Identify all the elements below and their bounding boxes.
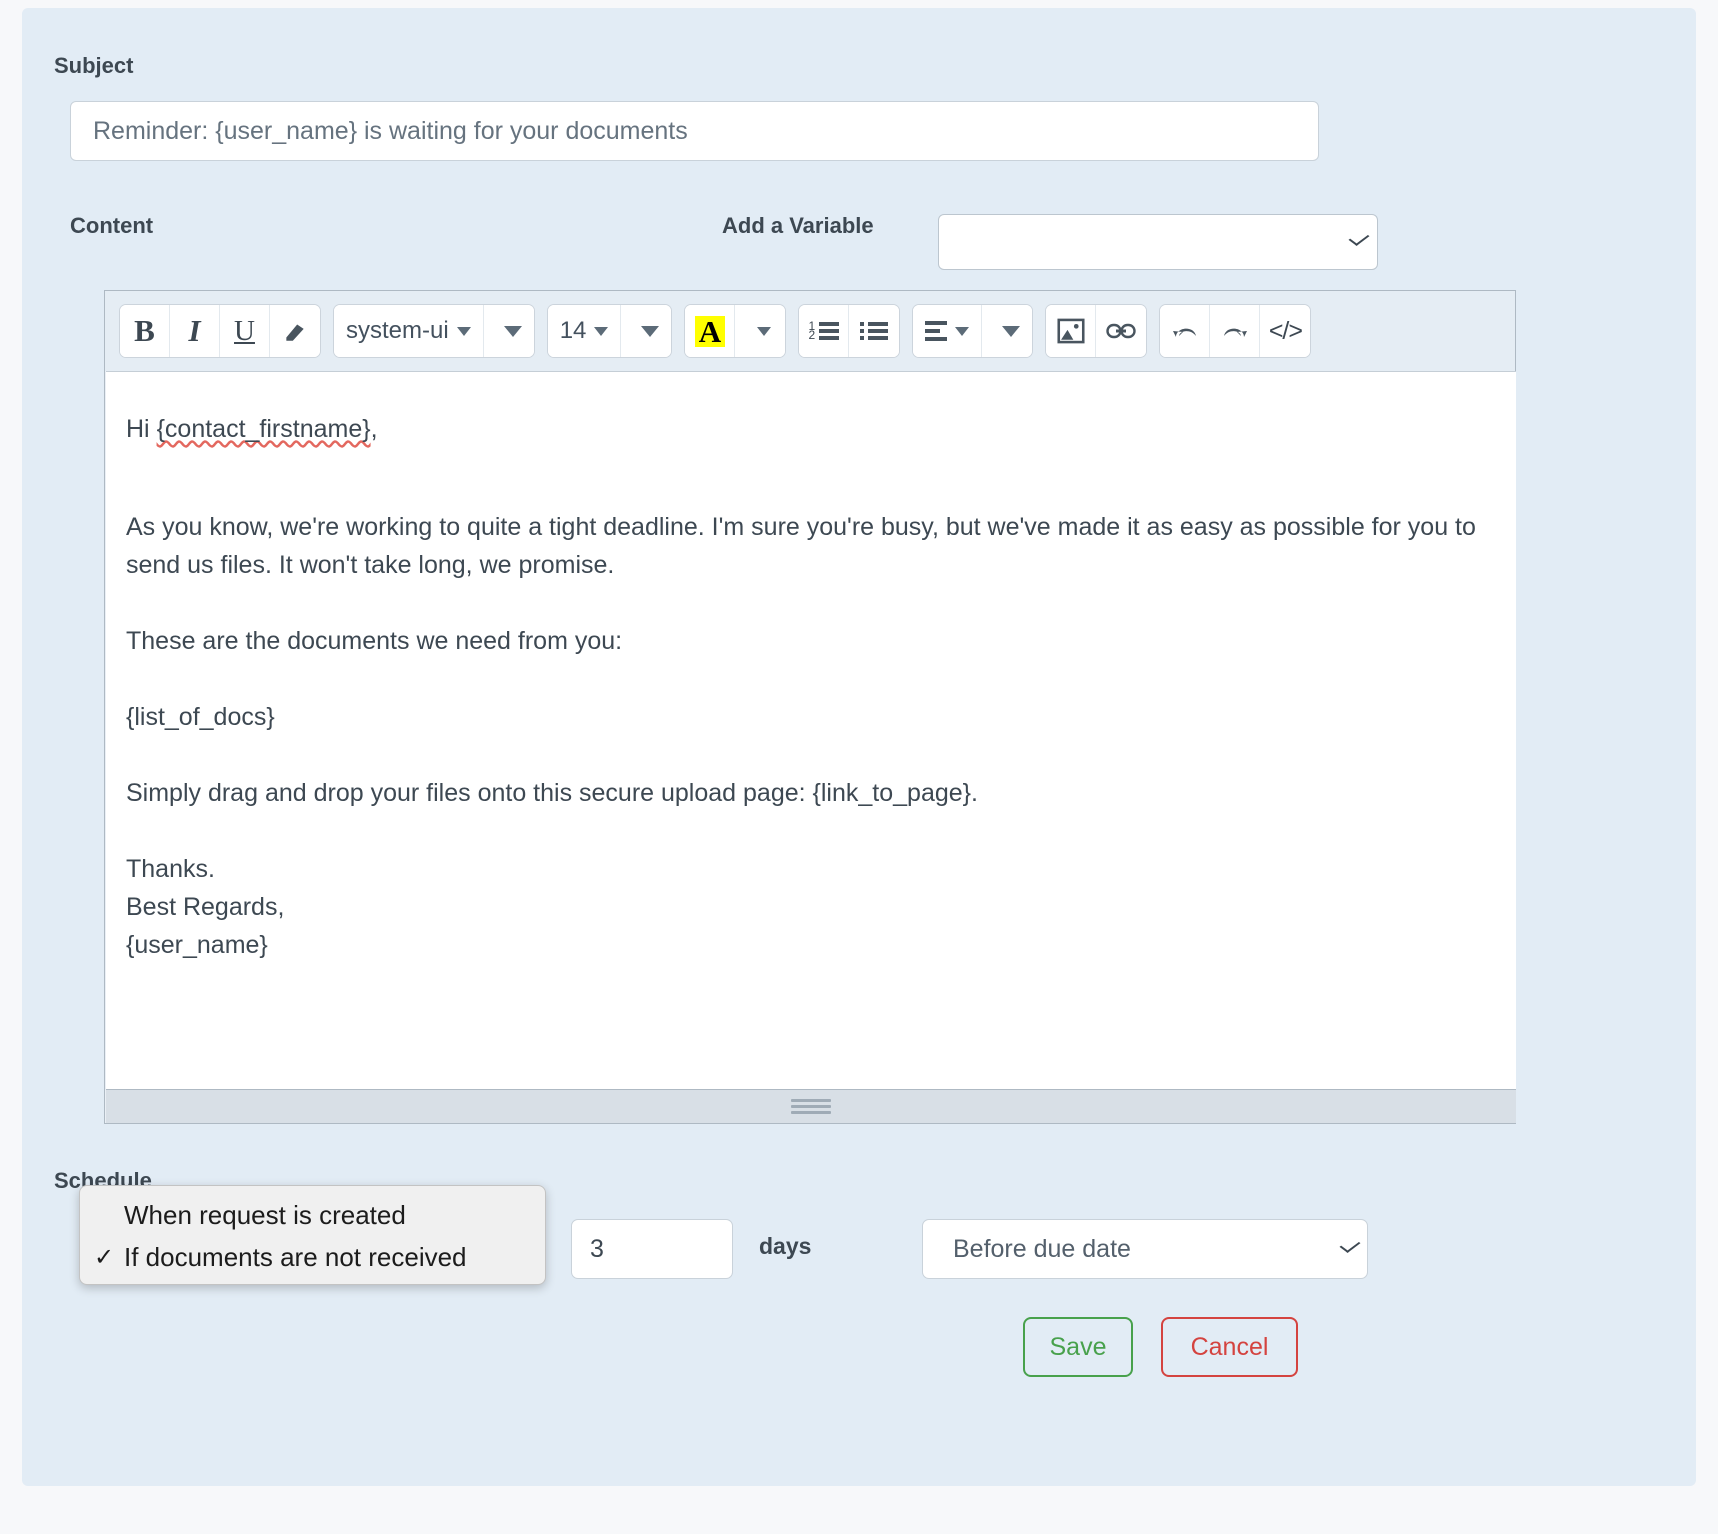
bulleted-list-icon <box>860 322 888 340</box>
undo-icon <box>1170 319 1200 343</box>
align-button[interactable] <box>913 305 982 357</box>
chevron-down-icon <box>504 326 522 337</box>
chevron-down-icon <box>594 327 608 336</box>
schedule-option-not-received[interactable]: ✓ If documents are not received <box>80 1236 545 1278</box>
redo-button[interactable] <box>1210 305 1260 357</box>
due-date-select[interactable]: Before due date <box>922 1219 1368 1279</box>
font-size-group: 14 <box>547 304 673 358</box>
insert-image-button[interactable] <box>1046 305 1096 357</box>
greeting-suffix: , <box>371 415 378 443</box>
editor-toolbar: B I U system-ui <box>105 291 1515 371</box>
chevron-down-icon <box>641 326 659 337</box>
font-family-value: system-ui <box>346 317 449 345</box>
editor-resize-handle[interactable] <box>106 1089 1516 1123</box>
bold-icon: B <box>134 313 155 349</box>
contact-firstname-variable: {contact_firstname} <box>157 415 371 443</box>
add-variable-label: Add a Variable <box>722 213 874 239</box>
add-variable-select[interactable] <box>938 214 1378 270</box>
editor-paragraph: {user_name} <box>126 926 1496 964</box>
editor-paragraph: {list_of_docs} <box>126 698 1496 736</box>
schedule-option-label: When request is created <box>124 1200 406 1231</box>
code-icon: </> <box>1269 317 1302 346</box>
chevron-down-icon <box>757 327 771 336</box>
check-icon: ✓ <box>94 1243 124 1272</box>
editor-content-area[interactable]: Hi {contact_firstname}, As you know, we'… <box>106 371 1516 1089</box>
subject-input[interactable] <box>70 101 1319 161</box>
editor-paragraph: These are the documents we need from you… <box>126 622 1496 660</box>
history-group: </> <box>1159 304 1311 358</box>
email-template-panel: Subject Content Add a Variable B I U <box>22 8 1696 1486</box>
font-family-dropdown-button[interactable] <box>484 305 534 357</box>
highlight-dropdown-button[interactable] <box>735 305 785 357</box>
highlight-color-button[interactable]: A <box>685 305 735 357</box>
editor-paragraph: Best Regards, <box>126 888 1496 926</box>
highlight-icon: A <box>695 316 725 347</box>
days-input[interactable] <box>571 1219 733 1279</box>
font-family-button[interactable]: system-ui <box>334 305 484 357</box>
list-group: 12 <box>798 304 900 358</box>
editor-paragraph: Simply drag and drop your files onto thi… <box>126 774 1496 812</box>
greeting-prefix: Hi <box>126 415 157 443</box>
editor-paragraph: As you know, we're working to quite a ti… <box>126 508 1496 584</box>
link-icon <box>1106 320 1136 342</box>
image-icon <box>1057 318 1085 344</box>
redo-icon <box>1220 319 1250 343</box>
chevron-down-icon <box>1002 326 1020 337</box>
insert-link-button[interactable] <box>1096 305 1146 357</box>
insert-group <box>1045 304 1147 358</box>
highlight-group: A <box>684 304 786 358</box>
grip-icon <box>791 1096 831 1117</box>
bold-button[interactable]: B <box>120 305 170 357</box>
clear-formatting-button[interactable] <box>270 305 320 357</box>
schedule-option-when-created[interactable]: When request is created <box>80 1194 545 1236</box>
font-family-group: system-ui <box>333 304 535 358</box>
rich-text-editor: B I U system-ui <box>104 290 1516 1124</box>
unordered-list-button[interactable] <box>849 305 899 357</box>
align-group <box>912 304 1033 358</box>
subject-label: Subject <box>54 53 133 79</box>
schedule-dropdown-menu[interactable]: When request is created ✓ If documents a… <box>79 1185 546 1285</box>
font-size-value: 14 <box>560 317 587 345</box>
align-left-icon <box>925 321 947 341</box>
chevron-down-icon <box>457 327 471 336</box>
days-unit-label: days <box>759 1233 811 1260</box>
eraser-icon <box>282 318 308 344</box>
font-size-dropdown-button[interactable] <box>621 305 671 357</box>
underline-icon: U <box>234 315 255 348</box>
undo-button[interactable] <box>1160 305 1210 357</box>
content-label: Content <box>70 213 153 239</box>
ordered-list-button[interactable]: 12 <box>799 305 849 357</box>
schedule-option-label: If documents are not received <box>124 1242 467 1273</box>
font-size-button[interactable]: 14 <box>548 305 622 357</box>
text-style-group: B I U <box>119 304 321 358</box>
source-code-button[interactable]: </> <box>1260 305 1310 357</box>
chevron-down-icon <box>955 327 969 336</box>
cancel-button[interactable]: Cancel <box>1161 1317 1298 1377</box>
align-dropdown-button[interactable] <box>982 305 1032 357</box>
numbered-list-icon: 12 <box>809 322 840 340</box>
editor-paragraph: Hi {contact_firstname}, <box>126 410 1496 448</box>
save-button[interactable]: Save <box>1023 1317 1133 1377</box>
italic-icon: I <box>188 313 200 349</box>
italic-button[interactable]: I <box>170 305 220 357</box>
underline-button[interactable]: U <box>220 305 270 357</box>
editor-paragraph: Thanks. <box>126 850 1496 888</box>
